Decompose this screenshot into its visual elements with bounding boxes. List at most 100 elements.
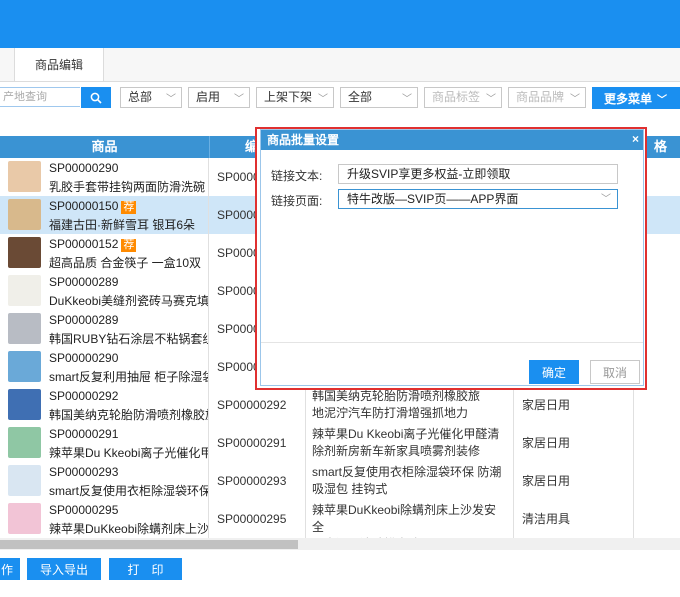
chevron-down-icon: ﹀ [486,94,496,105]
product-cell: SP00000291 辣苹果Du Kkeobi离子光催化甲 [0,424,209,462]
product-code: SP00000289 [49,313,118,327]
link-text-input[interactable]: 升级SVIP享更多权益-立即领取 [338,164,618,184]
link-page-select[interactable]: 特牛改版—SVIP页——APP界面 ﹀ [338,189,618,209]
price-cell [634,500,680,538]
top-header-bar [0,0,680,48]
branch-select-label: 总部 [128,90,153,104]
chevron-down-icon: ﹀ [234,94,244,105]
product-thumbnail [8,465,41,496]
product-thumbnail [8,237,41,268]
print-button[interactable]: 打 印 [109,558,182,580]
product-thumbnail [8,275,41,306]
product-name: 超高品质 合金筷子 一盒10双 [49,256,202,270]
description-line: smart反复使用衣柜除湿袋环保 防潮 [312,465,502,479]
table-row[interactable]: SP00000291 辣苹果Du Kkeobi离子光催化甲 SP00000291 辣苹… [0,424,680,463]
description-line: 辣苹果Du Kkeobi离子光催化甲醛清 [312,427,500,441]
product-thumbnail [8,313,41,344]
dialog-title-text: 商品批量设置 [267,133,340,147]
product-name: smart反复利用抽屉 柜子除湿袋 [49,370,209,384]
product-thumbnail [8,199,41,230]
chevron-down-icon: ﹀ [318,94,328,105]
product-cell: SP00000289 DuKkeobi美缝剂瓷砖马赛克填 [0,272,209,310]
search-button[interactable] [81,87,111,108]
product-name: 韩国RUBY钻石涂层不粘锅套组 [49,332,209,346]
product-code-text: SP00000290 [49,351,119,365]
more-menu-button[interactable]: 更多菜单 ﹀ [592,87,680,109]
product-cell: SP00000290 smart反复利用抽屉 柜子除湿袋 [0,348,209,386]
product-code-text: SP00000289 [49,313,119,327]
code-cell: SP00000295 [209,500,306,538]
cancel-button[interactable]: 取消 [590,360,640,384]
table-row[interactable]: SP00000292 韩国美纳克轮胎防滑喷剂橡胶旅 SP00000292 韩国美纳克轮… [0,386,680,425]
product-code-text: SP00000291 [49,427,119,441]
search-icon [90,92,102,104]
product-thumbnail [8,427,41,458]
horizontal-scrollbar[interactable] [0,538,680,550]
description-line: 韩国美纳克轮胎防滑喷剂橡胶旅 [312,389,481,403]
product-brand-select[interactable]: 商品品牌 ﹀ [508,87,586,108]
description-cell: 辣苹果Du Kkeobi离子光催化甲醛清 除剂新房新车新家具喷雾剂装修 [306,424,514,462]
product-code: SP00000290 [49,351,118,365]
product-name: 福建古田·新鲜雪耳 银耳6朵 [49,218,196,232]
confirm-button[interactable]: 确定 [529,360,579,384]
product-cell: SP00000152 荐超高品质 合金筷子 一盒10双 [0,234,209,272]
scrollbar-thumb[interactable] [0,540,298,549]
product-name: 乳胶手套带挂钩两面防滑洗碗 [49,180,206,194]
product-name: 辣苹果Du Kkeobi离子光催化甲 [49,446,209,460]
product-code: SP00000293 [49,465,118,479]
chevron-down-icon: ﹀ [657,94,668,106]
product-code: SP00000291 [49,427,118,441]
more-menu-label: 更多菜单 [604,91,653,106]
product-code: SP00000289 [49,275,118,289]
shelf-select[interactable]: 上架下架 ﹀ [256,87,334,108]
product-code-text: SP00000290 [49,161,119,175]
status-select[interactable]: 启用 ﹀ [188,87,250,108]
description-line: 除剂新房新车新家具喷雾剂装修 [312,444,481,458]
category-cell: 家居日用 [514,386,634,424]
link-page-label: 链接页面: [271,194,323,208]
all-select[interactable]: 全部 ﹀ [340,87,418,108]
product-name: 辣苹果DuKkeobi除螨剂床上沙发 [49,522,209,536]
import-export-button[interactable]: 导入导出 [27,558,101,580]
product-brand-select-label: 商品品牌 [516,90,565,104]
chevron-down-icon: ﹀ [402,94,412,105]
table-row[interactable]: SP00000293 smart反复使用衣柜除湿袋环保 SP00000293 smar… [0,462,680,501]
header-product[interactable]: 商品 [0,136,210,158]
product-tag-select[interactable]: 商品标签 ﹀ [424,87,502,108]
tab-product-edit[interactable]: 商品编辑 [14,48,104,81]
product-name: DuKkeobi美缝剂瓷砖马赛克填 [49,294,209,308]
description-line: 吸湿包 挂钩式 [312,482,388,496]
link-page-value: 特牛改版—SVIP页——APP界面 [347,192,519,206]
batch-settings-dialog: 商品批量设置 × 链接文本: 升级SVIP享更多权益-立即领取 链接页面: 特牛… [255,127,647,390]
all-select-label: 全部 [348,90,373,104]
product-thumbnail [8,503,41,534]
product-code: SP00000292 [49,389,118,403]
product-code-text: SP00000289 [49,275,119,289]
product-cell: SP00000293 smart反复使用衣柜除湿袋环保 [0,462,209,500]
dialog-title: 商品批量设置 × [261,130,643,150]
chevron-down-icon: ﹀ [601,194,611,205]
product-code: SP00000150 荐 [49,199,137,214]
product-code: SP00000295 [49,503,118,517]
product-code-text: SP00000150 [49,199,119,213]
code-cell: SP00000293 [209,462,306,500]
close-icon[interactable]: × [632,130,639,148]
category-cell: 家居日用 [514,424,634,462]
product-thumbnail [8,161,41,192]
chevron-down-icon: ﹀ [166,94,176,105]
tab-bar: 商品编辑 [0,48,680,82]
chevron-down-icon: ﹀ [570,94,580,105]
category-cell: 清洁用具 [514,500,634,538]
product-tag-select-label: 商品标签 [432,90,481,104]
product-cell: SP00000295 辣苹果DuKkeobi除螨剂床上沙发 [0,500,209,538]
branch-select[interactable]: 总部 ﹀ [120,87,182,108]
product-name: smart反复使用衣柜除湿袋环保 [49,484,209,498]
search-input[interactable]: 产地查询 [0,87,80,107]
product-name: 韩国美纳克轮胎防滑喷剂橡胶旅 [49,408,209,422]
operate-button[interactable]: 作 [0,558,20,580]
table-row[interactable]: SP00000295 辣苹果DuKkeobi除螨剂床上沙发 SP00000295 辣苹… [0,500,680,538]
status-select-label: 启用 [196,90,221,104]
filter-bar: 产地查询 总部 ﹀ 启用 ﹀ 上架下架 ﹀ 全部 ﹀ 商品标签 ﹀ 商品品牌 ﹀ 更多菜单 ﹀ [0,82,680,112]
description-line: 辣苹果DuKkeobi除螨剂床上沙发安全 [312,503,497,534]
code-cell: SP00000292 [209,386,306,424]
